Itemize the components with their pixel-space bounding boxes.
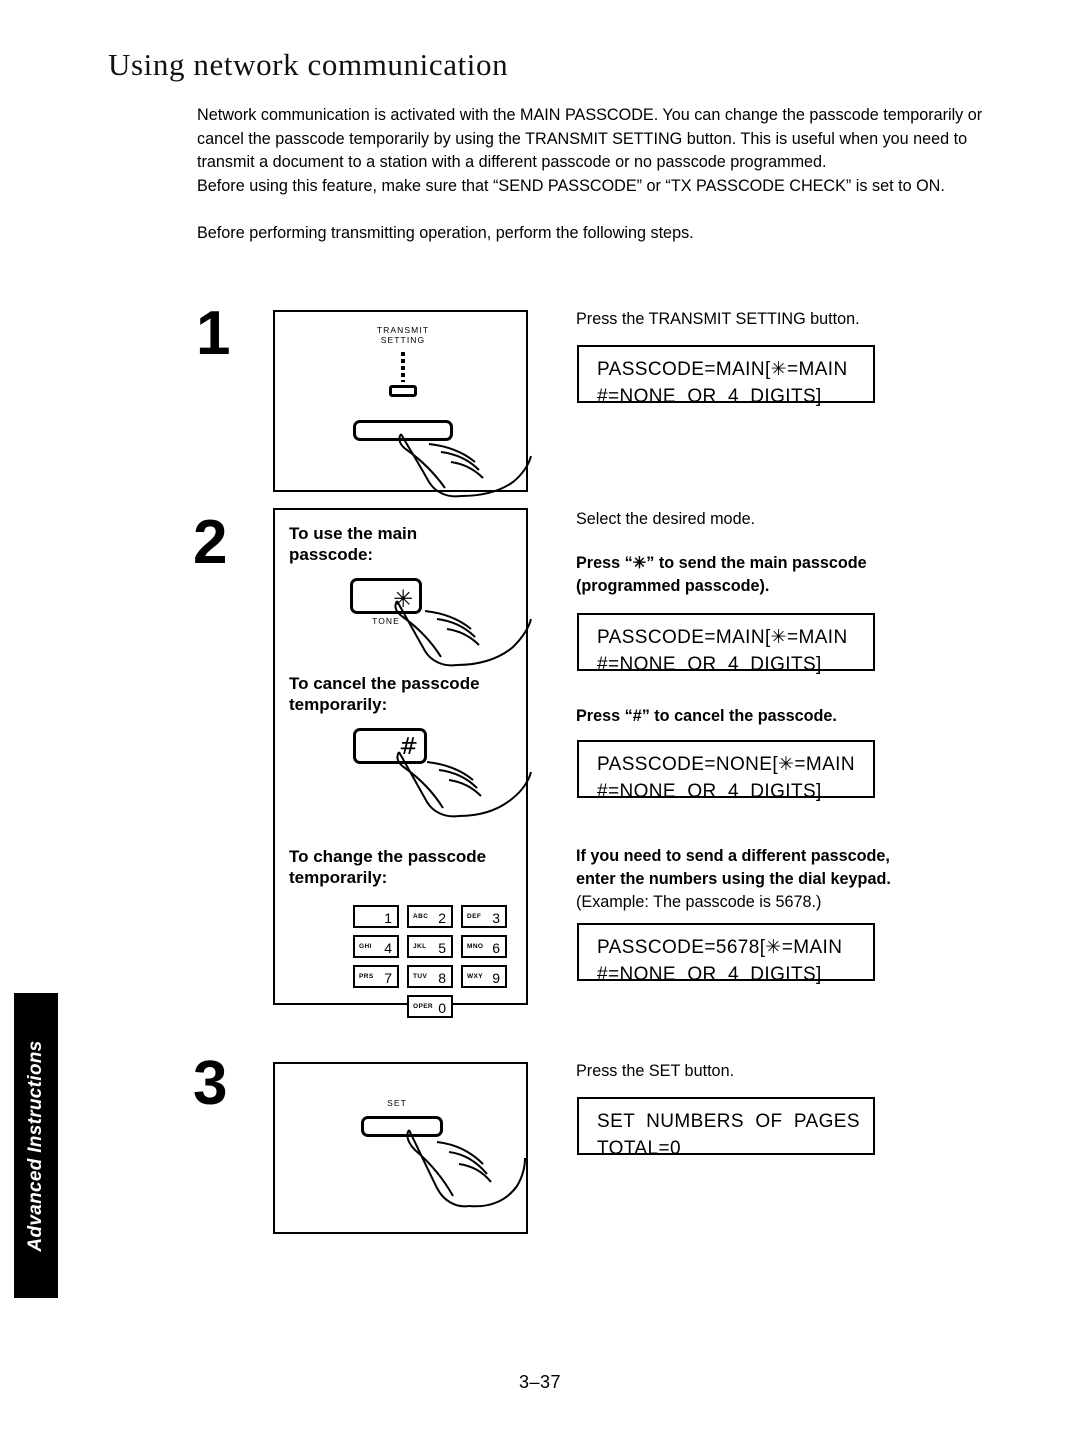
- step-3-lcd-line-1: SET NUMBERS OF PAGES: [597, 1111, 860, 1132]
- keypad-key-6-digit: 6: [492, 940, 500, 956]
- step-2-block-2-lcd-line-1: PASSCODE=NONE[✳=MAIN: [597, 754, 855, 775]
- pointing-hand-icon: [394, 600, 532, 667]
- keypad-key-8-digit: 8: [438, 970, 446, 986]
- step-3-number: 3: [193, 1049, 228, 1118]
- keypad-key-6[interactable]: MNO 6: [461, 935, 507, 958]
- keypad-key-4-letters: GHI: [359, 943, 372, 950]
- keypad-key-5-digit: 5: [438, 940, 446, 956]
- step-3-lcd-line-2: TOTAL=0: [597, 1138, 681, 1159]
- step-3-instruction: Press the SET button.: [576, 1062, 735, 1080]
- step-3-lcd-display: SET NUMBERS OF PAGES TOTAL=0: [577, 1097, 875, 1159]
- step-2-block-1-heading: Press “✳” to send the main passcode (pro…: [576, 554, 867, 595]
- keypad-key-7[interactable]: PRS 7: [353, 965, 399, 988]
- step-2-block-2-lcd: PASSCODE=NONE[✳=MAIN #=NONE OR 4 DIGITS]: [577, 740, 875, 802]
- step-2-block-1-lcd-line-1: PASSCODE=MAIN[✳=MAIN: [597, 627, 848, 648]
- keypad-key-0-letters: OPER: [413, 1003, 434, 1010]
- keypad-key-3-letters: DEF: [467, 913, 482, 920]
- keypad-key-2[interactable]: ABC 2: [407, 905, 453, 928]
- step-2-block-1-lcd: PASSCODE=MAIN[✳=MAIN #=NONE OR 4 DIGITS]: [577, 613, 875, 675]
- set-button-label: SET: [387, 1098, 407, 1108]
- keypad-key-8-letters: TUV: [413, 973, 428, 980]
- keypad-key-5-letters: JKL: [413, 943, 427, 950]
- step-2-instruction-intro: Select the desired mode.: [576, 510, 756, 528]
- intro-paragraph-3: Before performing transmitting operation…: [197, 224, 694, 242]
- keypad-key-9-digit: 9: [492, 970, 500, 986]
- step-2-block-2-lcd-line-2: #=NONE OR 4 DIGITS]: [597, 781, 822, 802]
- intro-text-block: Network communication is activated with …: [197, 104, 997, 246]
- page-number: 3–37: [518, 1372, 562, 1392]
- keypad-key-0[interactable]: OPER 0: [407, 995, 453, 1018]
- step-1-lcd-line-2: #=NONE OR 4 DIGITS]: [597, 386, 822, 407]
- section-tab: Advanced Instructions: [14, 993, 58, 1298]
- keypad-key-3[interactable]: DEF 3: [461, 905, 507, 928]
- step-3-figure: SET: [273, 1062, 528, 1234]
- pointing-hand-icon: [398, 433, 532, 498]
- keypad-key-7-digit: 7: [384, 970, 392, 986]
- keypad-key-5[interactable]: JKL 5: [407, 935, 453, 958]
- led-indicator: [389, 385, 417, 397]
- section-tab-label: Advanced Instructions: [25, 1039, 46, 1252]
- keypad-key-4-digit: 4: [384, 940, 392, 956]
- keypad-key-0-digit: 0: [438, 1000, 446, 1016]
- step-2-number: 2: [193, 508, 228, 577]
- step-1-lcd-line-1: PASSCODE=MAIN[✳=MAIN: [597, 359, 848, 380]
- led-indicator-stem: [401, 352, 405, 382]
- step-2-figure: To use the main passcode: ✳ TONE To canc…: [273, 508, 532, 1018]
- keypad-key-1[interactable]: 1: [353, 905, 399, 928]
- step-1-lcd-display: PASSCODE=MAIN[✳=MAIN #=NONE OR 4 DIGITS]: [577, 345, 875, 407]
- step-2-block-3-lcd: PASSCODE=5678[✳=MAIN #=NONE OR 4 DIGITS]: [577, 923, 875, 985]
- keypad-key-8[interactable]: TUV 8: [407, 965, 453, 988]
- step-2-caption-cancel: To cancel the passcode temporarily:: [289, 674, 480, 714]
- transmit-setting-button-label: TRANSMIT SETTING: [376, 325, 430, 345]
- step-1-number: 1: [196, 299, 231, 368]
- step-1-instruction: Press the TRANSMIT SETTING button.: [576, 310, 860, 328]
- intro-paragraph-1: Network communication is activated with …: [197, 106, 983, 171]
- step-2-caption-change: To change the passcode temporarily:: [289, 847, 487, 887]
- step-2-block-3-lcd-line-1: PASSCODE=5678[✳=MAIN: [597, 937, 843, 958]
- pointing-hand-icon: [406, 1129, 526, 1208]
- page-title: Using network communication: [108, 47, 509, 82]
- keypad-key-6-letters: MNO: [467, 943, 484, 950]
- step-2-block-3-subnote: (Example: The passcode is 5678.): [576, 893, 822, 911]
- step-2-caption-use-main: To use the main passcode:: [289, 524, 418, 564]
- step-2-block-1-lcd-line-2: #=NONE OR 4 DIGITS]: [597, 654, 822, 675]
- step-2-block-3-lcd-line-2: #=NONE OR 4 DIGITS]: [597, 964, 822, 985]
- keypad-key-1-digit: 1: [384, 910, 392, 926]
- keypad-key-7-letters: PRS: [359, 973, 374, 980]
- intro-paragraph-2: Before using this feature, make sure tha…: [197, 176, 945, 195]
- step-1-figure: TRANSMIT SETTING: [273, 310, 532, 498]
- step-2-block-3-heading: If you need to send a different passcode…: [576, 847, 891, 888]
- step-2-block-2-heading: Press “#” to cancel the passcode.: [576, 707, 837, 725]
- keypad-key-9[interactable]: WXY 9: [461, 965, 507, 988]
- keypad-key-2-digit: 2: [438, 910, 446, 926]
- dial-keypad[interactable]: 1 ABC 2 DEF 3 GHI 4 JKL 5 MNO 6 PRS 7 TU…: [353, 905, 513, 1018]
- keypad-key-4[interactable]: GHI 4: [353, 935, 399, 958]
- pointing-hand-icon: [396, 751, 532, 818]
- keypad-key-9-letters: WXY: [467, 973, 484, 980]
- keypad-key-3-digit: 3: [492, 910, 500, 926]
- keypad-key-2-letters: ABC: [413, 913, 429, 920]
